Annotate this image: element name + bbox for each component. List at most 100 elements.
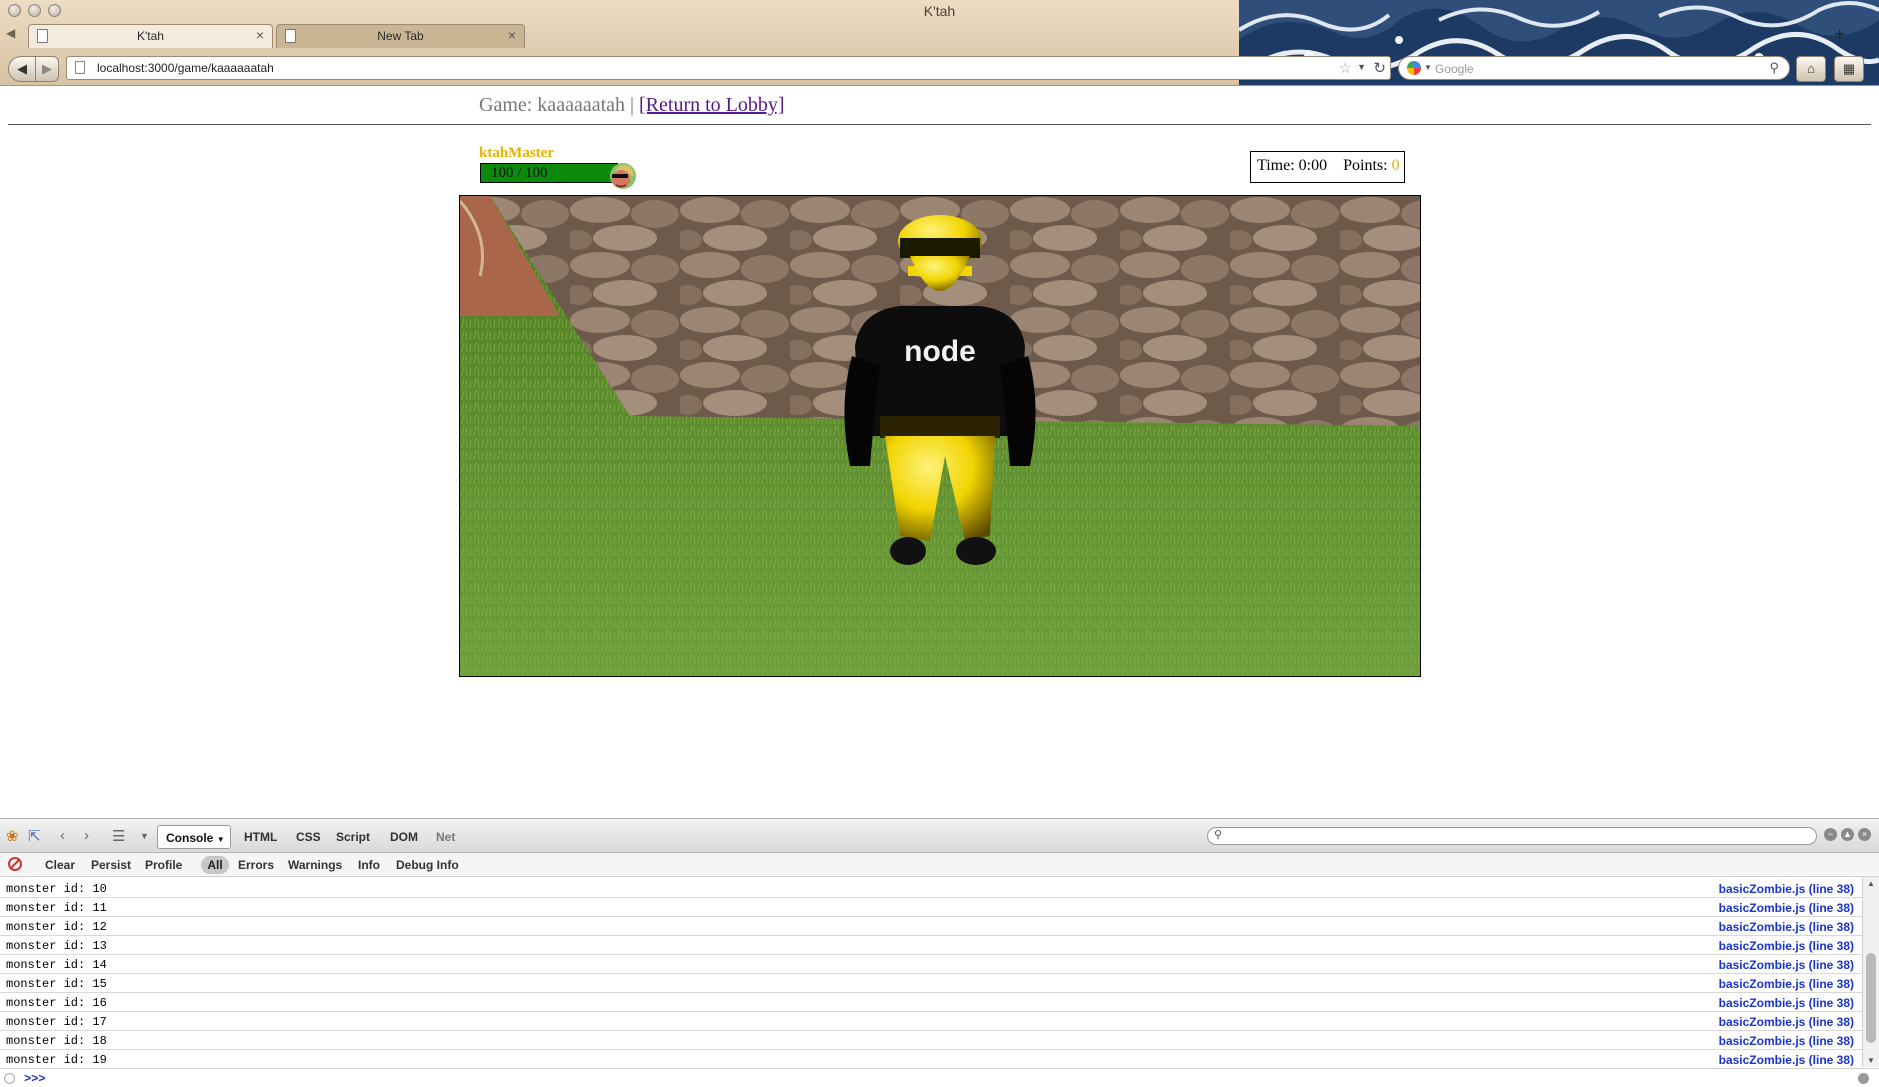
log-message: monster id: 19: [6, 1053, 107, 1066]
log-message: monster id: 15: [6, 977, 107, 991]
return-to-lobby-link[interactable]: [Return to Lobby]: [639, 94, 785, 116]
console-command-line[interactable]: >>>: [0, 1068, 1879, 1087]
log-row: monster id: 17 basicZombie.js (line 38): [0, 1012, 1862, 1031]
scroll-down-icon[interactable]: ▼: [1867, 1056, 1875, 1065]
log-source-link[interactable]: basicZombie.js (line 38): [1719, 882, 1854, 896]
log-message: monster id: 12: [6, 920, 107, 934]
console-filter-bar: Clear Persist Profile All Errors Warning…: [0, 853, 1879, 877]
log-row: monster id: 18 basicZombie.js (line 38): [0, 1031, 1862, 1050]
chevron-down-icon[interactable]: ▼: [1424, 63, 1432, 72]
search-icon[interactable]: ⚲: [1769, 60, 1779, 76]
list-icon[interactable]: ☰: [112, 827, 125, 845]
stats-panel: Time: 0:00 Points: 0: [1250, 151, 1405, 183]
console-log: monster id: 10 basicZombie.js (line 38) m…: [0, 879, 1862, 1066]
console-prompt: >>>: [24, 1072, 46, 1086]
health-bar: 100 / 100: [480, 163, 618, 183]
command-editor-toggle-icon[interactable]: [1858, 1073, 1869, 1084]
reload-icon[interactable]: ↻: [1373, 59, 1386, 77]
log-source-link[interactable]: basicZombie.js (line 38): [1719, 996, 1854, 1010]
url-history-dropdown-icon[interactable]: ▼: [1357, 62, 1366, 72]
back-button[interactable]: ◀: [8, 56, 36, 82]
log-source-link[interactable]: basicZombie.js (line 38): [1719, 977, 1854, 991]
detach-panel-icon[interactable]: ▲: [1841, 828, 1854, 841]
url-text[interactable]: localhost:3000/game/kaaaaaatah: [97, 61, 274, 75]
new-tab-plus-icon[interactable]: +: [1834, 24, 1845, 45]
log-source-link[interactable]: basicZombie.js (line 38): [1719, 1053, 1854, 1066]
tab-close-icon[interactable]: ×: [256, 27, 264, 43]
filter-all[interactable]: All: [201, 856, 229, 874]
game-canvas[interactable]: node: [459, 195, 1421, 677]
clear-button[interactable]: Clear: [45, 858, 75, 872]
log-source-link[interactable]: basicZombie.js (line 38): [1719, 958, 1854, 972]
firebug-bug-icon[interactable]: ❀: [6, 827, 19, 845]
tab-console[interactable]: Console ▼: [157, 825, 231, 849]
log-source-link[interactable]: basicZombie.js (line 38): [1719, 939, 1854, 953]
log-message: monster id: 14: [6, 958, 107, 972]
tab-label: New Tab: [377, 29, 424, 43]
tab-script[interactable]: Script: [336, 830, 370, 844]
firebug-toolbar: ❀ ⇱ ‹ › ☰ ▼ Console ▼ HTML CSS Script DO…: [0, 819, 1879, 853]
minimize-panel-icon[interactable]: −: [1824, 828, 1837, 841]
log-source-link[interactable]: basicZombie.js (line 38): [1719, 1015, 1854, 1029]
firebug-search-input[interactable]: ⚲: [1207, 827, 1817, 845]
log-message: monster id: 18: [6, 1034, 107, 1048]
navigation-bar: ◀ ▶ localhost:3000/game/kaaaaaatah ☆ ▼ ↻…: [0, 52, 1879, 84]
log-message: monster id: 16: [6, 996, 107, 1010]
log-row: monster id: 14 basicZombie.js (line 38): [0, 955, 1862, 974]
log-message: monster id: 10: [6, 882, 107, 896]
forward-button[interactable]: ▶: [35, 56, 59, 82]
tabs-scroll-left-icon[interactable]: ◀: [6, 26, 15, 40]
log-message: monster id: 17: [6, 1015, 107, 1029]
log-source-link[interactable]: basicZombie.js (line 38): [1719, 1034, 1854, 1048]
clear-console-icon[interactable]: [8, 857, 22, 871]
log-row: monster id: 10 basicZombie.js (line 38): [0, 879, 1862, 898]
chevron-down-icon[interactable]: ▼: [140, 831, 149, 841]
extension-button[interactable]: ▦: [1834, 56, 1864, 82]
forward-arrow-icon[interactable]: ›: [84, 827, 89, 844]
player-name: ktahMaster: [479, 145, 554, 161]
tab-close-icon[interactable]: ×: [508, 27, 516, 43]
log-source-link[interactable]: basicZombie.js (line 38): [1719, 901, 1854, 915]
points-value: 0: [1391, 157, 1400, 174]
shirt-text: node: [904, 335, 976, 368]
console-scrollbar[interactable]: ▲ ▼: [1862, 877, 1879, 1067]
scrollbar-thumb[interactable]: [1866, 953, 1876, 1043]
browser-chrome: K'tah ◀ K'tah × New Tab × + ◀ ▶ localhos…: [0, 0, 1879, 86]
tab-html[interactable]: HTML: [244, 830, 277, 844]
tab-console-label: Console: [166, 831, 214, 845]
filter-info[interactable]: Info: [358, 858, 380, 872]
tab-ktah[interactable]: K'tah ×: [28, 24, 273, 48]
search-input[interactable]: ▼ Google ⚲: [1398, 56, 1790, 80]
filter-errors[interactable]: Errors: [238, 858, 274, 872]
page-title: Game: kaaaaaatah | [Return to Lobby]: [479, 94, 785, 117]
log-row: monster id: 19 basicZombie.js (line 38): [0, 1050, 1862, 1066]
log-row: monster id: 16 basicZombie.js (line 38): [0, 993, 1862, 1012]
firebug-panel: ❀ ⇱ ‹ › ☰ ▼ Console ▼ HTML CSS Script DO…: [0, 818, 1879, 1087]
log-row: monster id: 12 basicZombie.js (line 38): [0, 917, 1862, 936]
log-row: monster id: 11 basicZombie.js (line 38): [0, 898, 1862, 917]
back-arrow-icon[interactable]: ‹: [60, 827, 65, 844]
tab-dom[interactable]: DOM: [390, 830, 418, 844]
page-icon: [75, 61, 85, 74]
game-name-label: Game: kaaaaaatah |: [479, 94, 635, 116]
tab-css[interactable]: CSS: [296, 830, 321, 844]
points-label: Points:: [1343, 157, 1388, 174]
filter-warnings[interactable]: Warnings: [288, 858, 342, 872]
bookmark-star-icon[interactable]: ☆: [1339, 59, 1352, 77]
url-bar[interactable]: localhost:3000/game/kaaaaaatah ☆ ▼ ↻: [66, 56, 1391, 80]
tab-net[interactable]: Net: [436, 830, 455, 844]
divider: [8, 124, 1871, 125]
health-text: 100 / 100: [491, 165, 548, 181]
scroll-up-icon[interactable]: ▲: [1867, 879, 1875, 888]
inspect-icon[interactable]: ⇱: [28, 827, 41, 845]
tab-new-tab[interactable]: New Tab ×: [276, 24, 525, 48]
log-source-link[interactable]: basicZombie.js (line 38): [1719, 920, 1854, 934]
persist-button[interactable]: Persist: [91, 858, 131, 872]
command-options-icon[interactable]: [4, 1073, 15, 1084]
home-button[interactable]: ⌂: [1796, 56, 1826, 82]
profile-button[interactable]: Profile: [145, 858, 182, 872]
window-title: K'tah: [923, 3, 956, 19]
close-panel-icon[interactable]: ×: [1858, 828, 1871, 841]
filter-debug-info[interactable]: Debug Info: [396, 858, 459, 872]
google-icon[interactable]: [1407, 61, 1421, 75]
